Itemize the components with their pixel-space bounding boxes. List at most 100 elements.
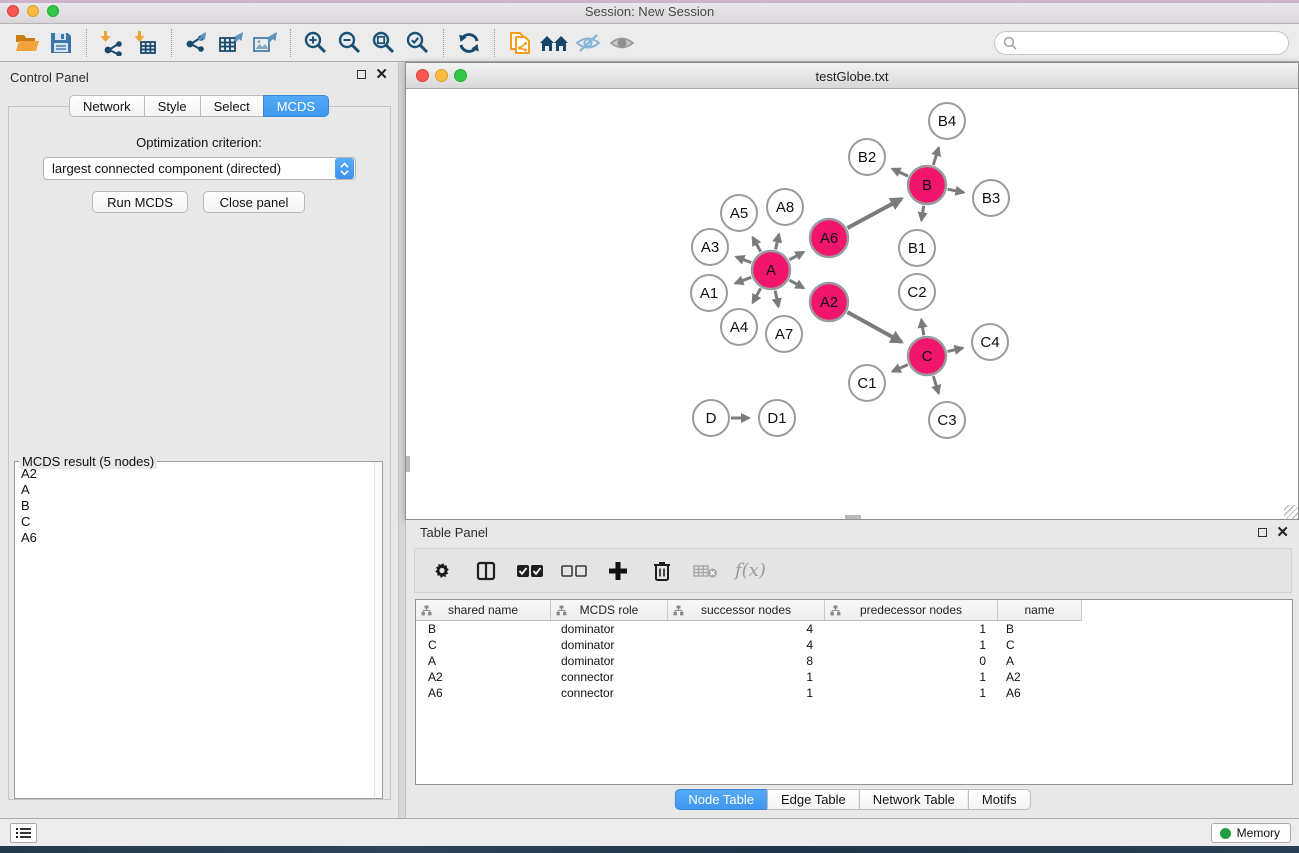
graph-edge-A-A2[interactable] [789, 280, 803, 288]
table-cell: A [416, 653, 551, 669]
graph-edge-A6-B[interactable] [847, 199, 901, 228]
table-settings-icon[interactable] [427, 556, 457, 586]
float-panel-icon[interactable] [357, 70, 366, 79]
column-header-successor-nodes[interactable]: successor nodes [668, 600, 825, 620]
function-builder-icon[interactable]: f(x) [735, 560, 766, 581]
graph-edge-B-B4[interactable] [933, 148, 938, 165]
graph-node-label: B2 [858, 149, 876, 166]
split-table-view-icon[interactable] [471, 556, 501, 586]
graph-node-label: B4 [938, 113, 956, 130]
zoom-selected-icon[interactable] [401, 28, 435, 58]
dock-strip [0, 846, 1299, 853]
graph-edge-A-A1[interactable] [735, 277, 751, 283]
column-header-label: successor nodes [701, 603, 791, 617]
search-field[interactable] [994, 31, 1289, 55]
optimization-criterion-label: Optimization criterion: [0, 135, 398, 150]
table-row[interactable]: Adominator80A [416, 653, 1292, 669]
import-table-icon[interactable] [129, 28, 163, 58]
result-item[interactable]: A [15, 482, 374, 498]
panel-list-button[interactable] [10, 823, 37, 843]
mcds-result-list[interactable]: A2ABCA6 [15, 466, 374, 796]
graph-edge-B-B3[interactable] [948, 189, 964, 192]
graph-edge-A-A8[interactable] [776, 234, 779, 249]
result-item[interactable]: B [15, 498, 374, 514]
graph-edge-A-A3[interactable] [736, 257, 751, 263]
graph-edge-B-B2[interactable] [892, 169, 908, 176]
table-tab-node-table[interactable]: Node Table [674, 789, 768, 810]
close-table-panel-icon[interactable]: ✕ [1276, 528, 1289, 537]
table-cell: 4 [668, 621, 825, 637]
graph-node-label: A8 [776, 199, 794, 216]
select-all-icon[interactable] [515, 556, 545, 586]
dropdown-stepper-icon [335, 158, 354, 179]
canvas-hscroll-thumb[interactable] [845, 515, 861, 519]
network-canvas[interactable]: B4B2BB3A8A5A6B1A3AA1C2A2A4A7C4CC1C3DD1 [406, 89, 1298, 519]
refresh-view-icon[interactable] [452, 28, 486, 58]
memory-button[interactable]: Memory [1211, 823, 1291, 843]
open-session-icon[interactable] [10, 28, 44, 58]
column-header-MCDS-role[interactable]: MCDS role [551, 600, 668, 620]
column-header-name[interactable]: name [998, 600, 1082, 620]
graph-edge-C-C4[interactable] [947, 348, 962, 351]
result-item[interactable]: C [15, 514, 374, 530]
resize-grip-icon[interactable] [1284, 505, 1298, 519]
add-column-icon[interactable] [603, 556, 633, 586]
graph-edge-C-C2[interactable] [921, 320, 923, 336]
delete-table-icon[interactable] [691, 556, 721, 586]
graph-edge-B-B1[interactable] [921, 206, 923, 221]
table-row[interactable]: Bdominator41B [416, 621, 1292, 637]
graph-edge-C-C3[interactable] [933, 376, 938, 393]
table-row[interactable]: A2connector11A2 [416, 669, 1292, 685]
graph-edge-A-A6[interactable] [789, 252, 803, 260]
result-item[interactable]: A6 [15, 530, 374, 546]
canvas-vscroll-thumb[interactable] [406, 456, 410, 472]
search-input[interactable] [1017, 33, 1288, 53]
tab-style[interactable]: Style [144, 95, 201, 117]
node-table-body: Bdominator41BCdominator41CAdominator80AA… [416, 621, 1292, 784]
zoom-fit-icon[interactable] [367, 28, 401, 58]
graph-edge-A-A7[interactable] [775, 291, 778, 307]
table-tab-edge-table[interactable]: Edge Table [767, 789, 860, 810]
app-titlebar: Session: New Session [0, 0, 1299, 24]
export-network-icon[interactable] [180, 28, 214, 58]
graph-edge-A-A4[interactable] [753, 288, 761, 302]
result-item[interactable]: A2 [15, 466, 374, 482]
float-table-panel-icon[interactable] [1258, 528, 1267, 537]
show-all-icon[interactable] [605, 28, 639, 58]
zoom-in-icon[interactable] [299, 28, 333, 58]
deselect-all-icon[interactable] [559, 556, 589, 586]
close-panel-icon[interactable]: ✕ [375, 70, 388, 79]
tree-icon [556, 605, 567, 616]
tree-icon [830, 605, 841, 616]
hide-selected-icon[interactable] [571, 28, 605, 58]
export-image-icon[interactable] [248, 28, 282, 58]
table-row[interactable]: Cdominator41C [416, 637, 1292, 653]
table-cell: 1 [668, 669, 825, 685]
delete-column-icon[interactable] [647, 556, 677, 586]
tab-network[interactable]: Network [69, 95, 145, 117]
run-mcds-button[interactable]: Run MCDS [92, 191, 188, 213]
close-panel-button[interactable]: Close panel [203, 191, 305, 213]
graph-node-label: B1 [908, 240, 926, 257]
table-row[interactable]: A6connector11A6 [416, 685, 1292, 701]
graph-node-label: D1 [767, 410, 786, 427]
result-scrollbar[interactable] [374, 463, 382, 797]
import-network-icon[interactable] [95, 28, 129, 58]
optimization-criterion-select[interactable]: largest connected component (directed) [43, 157, 356, 180]
save-session-icon[interactable] [44, 28, 78, 58]
graph-edge-C-C1[interactable] [893, 365, 908, 372]
network-window-titlebar[interactable]: testGlobe.txt [406, 63, 1298, 89]
column-header-shared-name[interactable]: shared name [416, 600, 551, 620]
zoom-out-icon[interactable] [333, 28, 367, 58]
network-window-title: testGlobe.txt [406, 69, 1298, 84]
export-table-icon[interactable] [214, 28, 248, 58]
tab-mcds[interactable]: MCDS [263, 95, 329, 117]
graph-edge-A-A5[interactable] [753, 237, 761, 251]
first-neighbors-icon[interactable] [537, 28, 571, 58]
column-header-predecessor-nodes[interactable]: predecessor nodes [825, 600, 998, 620]
graph-edge-A2-C[interactable] [847, 312, 901, 342]
table-tab-motifs[interactable]: Motifs [968, 789, 1031, 810]
tab-select[interactable]: Select [200, 95, 264, 117]
duplicate-network-icon[interactable] [503, 28, 537, 58]
table-tab-network-table[interactable]: Network Table [859, 789, 969, 810]
